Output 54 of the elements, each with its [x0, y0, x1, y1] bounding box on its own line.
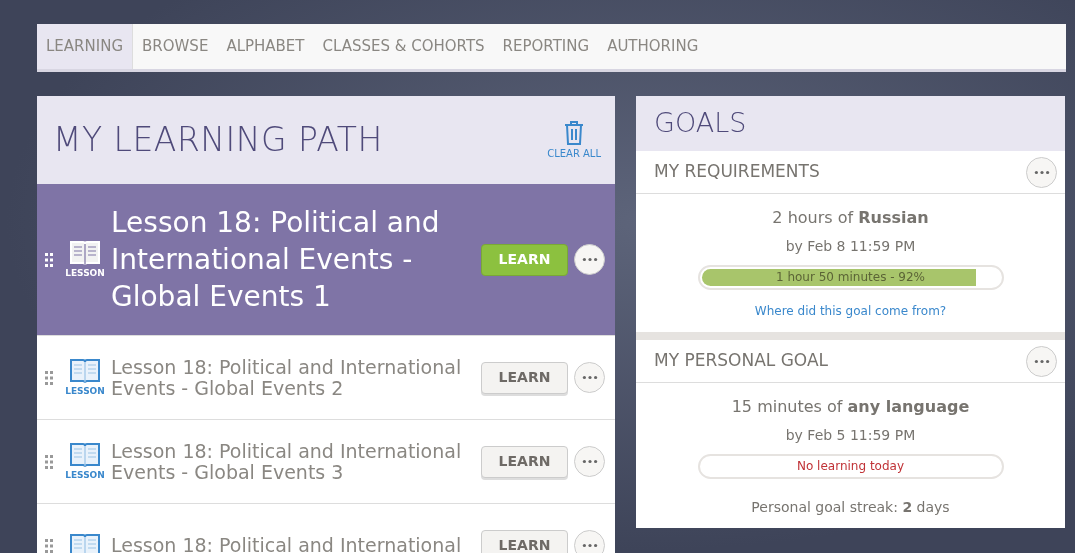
lesson-title: Lesson 18: Political and International	[111, 535, 463, 553]
more-options-button[interactable]	[574, 244, 605, 275]
lesson-title: Lesson 18: Political and International Events - Global Events 3	[111, 440, 463, 483]
nav-tab[interactable]: LEARNING	[37, 24, 133, 69]
book-icon	[69, 440, 101, 469]
lesson-row[interactable]: LESSON Lesson 18: Political and International Events - Global Events 1 LEARN	[37, 184, 615, 336]
lesson-row[interactable]: Lesson 18: Political and International LEARN	[37, 504, 615, 553]
lesson-type-label: LESSON	[65, 266, 105, 280]
drag-handle-icon[interactable]	[45, 370, 53, 385]
more-options-button[interactable]	[1026, 156, 1057, 188]
goal-deadline: by Feb 5 11:59 PM	[784, 426, 917, 445]
nav-tab[interactable]: CLASSES & COHORTS	[313, 24, 494, 69]
goal-deadline: by Feb 8 11:59 PM	[784, 237, 917, 256]
nav-tab[interactable]: ALPHABET	[217, 24, 314, 69]
more-options-button[interactable]	[574, 530, 605, 553]
book-icon	[69, 531, 101, 553]
goal-text: 2 hours of Russian	[771, 207, 930, 229]
ellipsis-icon	[1033, 169, 1050, 175]
progress-text: 1 hour 50 minutes - 92%	[774, 269, 926, 286]
ellipsis-icon	[1033, 358, 1050, 364]
learn-button[interactable]: LEARN	[481, 243, 568, 276]
drag-handle-icon[interactable]	[45, 252, 53, 267]
lesson-title: Lesson 18: Political and International Events - Global Events 1	[111, 205, 441, 315]
nav-tab[interactable]: AUTHORING	[598, 24, 708, 69]
learn-button[interactable]: LEARN	[481, 361, 568, 394]
more-options-button[interactable]	[574, 446, 605, 477]
section-heading: MY PERSONAL GOAL	[654, 349, 828, 373]
more-options-button[interactable]	[574, 362, 605, 393]
clear-all-button[interactable]: CLEAR ALL	[547, 119, 601, 161]
drag-handle-icon[interactable]	[45, 454, 53, 469]
ellipsis-icon	[581, 459, 598, 464]
section-heading: MY REQUIREMENTS	[654, 160, 820, 184]
panel-title: GOALS	[654, 107, 747, 140]
ellipsis-icon	[581, 543, 598, 548]
lesson-type-label: LESSON	[65, 468, 105, 482]
lesson-type-label: LESSON	[65, 384, 105, 398]
progress-text: No learning today	[796, 458, 905, 475]
ellipsis-icon	[581, 257, 598, 262]
more-options-button[interactable]	[1026, 345, 1057, 377]
goal-source-link[interactable]: Where did this goal come from?	[754, 302, 947, 320]
lesson-row[interactable]: LESSON Lesson 18: Political and International Events - Global Events 3 LEARN	[37, 420, 615, 504]
book-icon	[69, 356, 101, 385]
lesson-row[interactable]: LESSON Lesson 18: Political and International Events - Global Events 2 LEARN	[37, 336, 615, 420]
nav-tab[interactable]: BROWSE	[133, 24, 218, 69]
drag-handle-icon[interactable]	[45, 538, 53, 553]
book-icon	[69, 238, 101, 267]
panel-title: MY LEARNING PATH	[53, 120, 383, 160]
goal-text: 15 minutes of any language	[730, 396, 971, 418]
streak-text: Personal goal streak: 2 days	[750, 498, 951, 517]
learn-button[interactable]: LEARN	[481, 445, 568, 478]
nav-tab[interactable]: REPORTING	[493, 24, 599, 69]
lesson-title: Lesson 18: Political and International Events - Global Events 2	[111, 356, 463, 399]
ellipsis-icon	[581, 375, 598, 380]
learn-button[interactable]: LEARN	[481, 529, 568, 553]
